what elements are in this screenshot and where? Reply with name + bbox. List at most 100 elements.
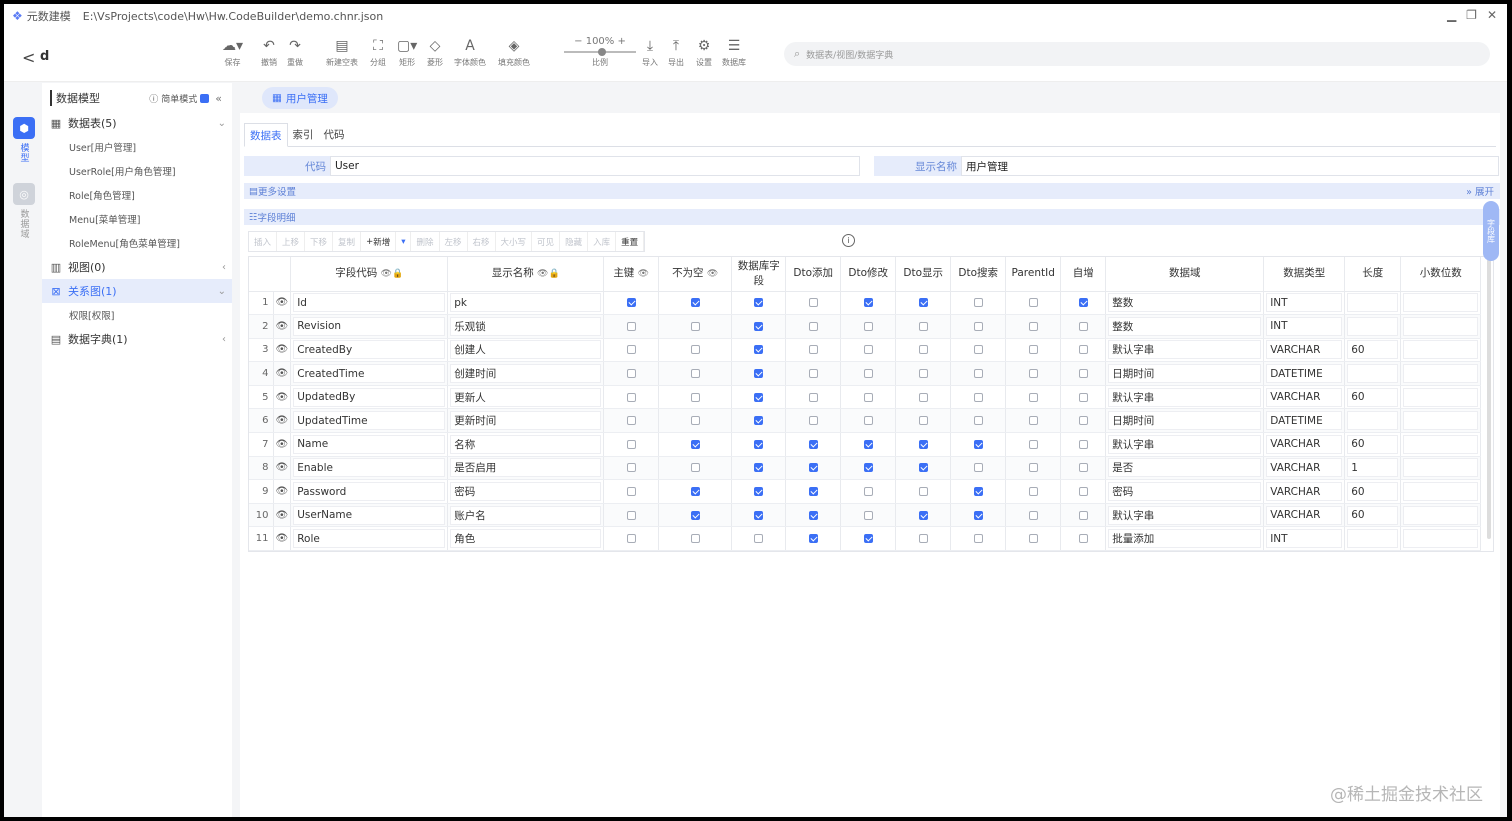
col-domain[interactable]: 数据域 (1105, 257, 1265, 292)
type-cell[interactable]: VARCHAR (1263, 479, 1346, 504)
flag-cell[interactable] (950, 503, 1007, 528)
move-up-button[interactable]: 上移 (277, 232, 306, 251)
back-icon[interactable]: < (22, 48, 35, 67)
flag-cell[interactable] (658, 338, 733, 363)
flag-cell[interactable] (785, 456, 842, 481)
checkbox[interactable] (973, 534, 983, 544)
expand-toggle[interactable]: » 展开 (1466, 184, 1494, 198)
domain-cell[interactable]: 是否 (1105, 456, 1265, 481)
flag-cell[interactable] (785, 526, 842, 551)
flag-cell[interactable] (1005, 385, 1062, 410)
flag-cell[interactable] (785, 314, 842, 339)
checkbox[interactable] (918, 510, 928, 520)
code-cell[interactable]: CreatedTime (290, 361, 449, 386)
col-length[interactable]: 长度 (1344, 257, 1402, 292)
len-input[interactable]: 60 (1347, 340, 1399, 360)
checkbox[interactable] (754, 439, 764, 449)
flag-cell[interactable] (658, 291, 733, 316)
add-dropdown-button[interactable]: ▾ (396, 232, 412, 251)
code-input[interactable]: CreatedTime (293, 364, 446, 384)
dec-cell[interactable] (1400, 408, 1482, 434)
flag-cell[interactable] (658, 526, 733, 551)
checkbox[interactable] (973, 463, 983, 473)
checkbox[interactable] (973, 439, 983, 449)
tab-user-management[interactable]: ▦ 用户管理 (262, 87, 338, 109)
name-input[interactable]: 创建人 (450, 340, 602, 360)
flag-cell[interactable] (603, 432, 660, 457)
tree-leaf-userrole[interactable]: UserRole[用户角色管理] (42, 159, 232, 183)
checkbox[interactable] (1078, 439, 1088, 449)
flag-cell[interactable] (731, 385, 787, 410)
dec-input[interactable] (1403, 316, 1479, 336)
eye-icon[interactable]: 👁 (273, 456, 292, 481)
checkbox[interactable] (754, 392, 764, 402)
flag-cell[interactable] (785, 291, 842, 316)
checkbox[interactable] (1078, 369, 1088, 379)
table-row[interactable]: 1 👁 Id pk 整数 INT (249, 291, 1482, 316)
flag-cell[interactable] (840, 526, 897, 551)
col-dto-edit[interactable]: Dto修改 (840, 257, 897, 292)
code-cell[interactable]: UpdatedTime (290, 408, 449, 434)
tab-index[interactable]: 索引 (288, 122, 319, 146)
checkbox[interactable] (1078, 510, 1088, 520)
flag-cell[interactable] (1005, 338, 1062, 363)
zoom-in-icon[interactable]: + (617, 36, 625, 47)
checkbox[interactable] (808, 369, 818, 379)
type-cell[interactable]: VARCHAR (1263, 432, 1346, 457)
len-cell[interactable]: 60 (1344, 479, 1402, 504)
dec-input[interactable] (1403, 293, 1479, 313)
flag-cell[interactable] (840, 408, 897, 434)
code-input[interactable]: CreatedBy (293, 340, 446, 360)
checkbox[interactable] (626, 321, 636, 331)
type-input[interactable]: VARCHAR (1266, 458, 1343, 478)
move-left-button[interactable]: 左移 (440, 232, 468, 251)
dec-input[interactable] (1403, 529, 1479, 549)
len-input[interactable]: 60 (1347, 482, 1399, 502)
flag-cell[interactable] (658, 314, 733, 339)
flag-cell[interactable] (950, 408, 1007, 434)
type-cell[interactable]: VARCHAR (1263, 338, 1346, 363)
flag-cell[interactable] (1060, 432, 1107, 457)
col-parentid[interactable]: ParentId (1005, 257, 1062, 292)
group-button[interactable]: ⛶ 分组 (370, 38, 386, 68)
type-input[interactable]: VARCHAR (1266, 505, 1343, 525)
checkbox[interactable] (1028, 487, 1038, 497)
diamond-button[interactable]: ◇ 菱形 (427, 38, 443, 68)
type-cell[interactable]: INT (1263, 314, 1346, 339)
flag-cell[interactable] (840, 291, 897, 316)
eye-icon[interactable]: 👁 (273, 361, 292, 386)
flag-cell[interactable] (840, 361, 897, 386)
domain-cell[interactable]: 默认字串 (1105, 385, 1265, 410)
zoom-out-icon[interactable]: − (574, 36, 582, 47)
flag-cell[interactable] (895, 314, 952, 339)
checkbox[interactable] (973, 298, 983, 308)
flag-cell[interactable] (1060, 291, 1107, 316)
flag-cell[interactable] (1005, 479, 1062, 504)
code-input[interactable]: UpdatedTime (293, 411, 446, 431)
flag-cell[interactable] (603, 361, 660, 386)
flag-cell[interactable] (1005, 361, 1062, 386)
len-input[interactable]: 1 (1347, 458, 1399, 478)
code-input[interactable]: Revision (293, 316, 446, 336)
flag-cell[interactable] (1060, 314, 1107, 339)
len-cell[interactable]: 60 (1344, 385, 1402, 410)
flag-cell[interactable] (603, 314, 660, 339)
move-down-button[interactable]: 下移 (305, 232, 334, 251)
table-row[interactable]: 5 👁 UpdatedBy 更新人 默认字串 VARCHAR 60 (249, 385, 1482, 410)
type-cell[interactable]: DATETIME (1263, 361, 1346, 386)
flag-cell[interactable] (1005, 526, 1062, 551)
type-input[interactable]: DATETIME (1266, 364, 1343, 384)
name-input[interactable]: 名称 (450, 434, 602, 454)
checkbox[interactable] (973, 345, 983, 355)
flag-cell[interactable] (1060, 408, 1107, 434)
code-cell[interactable]: UserName (290, 503, 449, 528)
checkbox[interactable] (863, 345, 873, 355)
len-input[interactable] (1347, 411, 1399, 431)
flag-cell[interactable] (731, 503, 787, 528)
hide-button[interactable]: 隐藏 (560, 232, 589, 251)
eye-icon[interactable]: 👁 (273, 503, 292, 528)
code-cell[interactable]: Enable (290, 456, 449, 481)
col-decimal[interactable]: 小数位数 (1400, 257, 1482, 292)
flag-cell[interactable] (603, 503, 660, 528)
checkbox[interactable] (973, 416, 983, 426)
